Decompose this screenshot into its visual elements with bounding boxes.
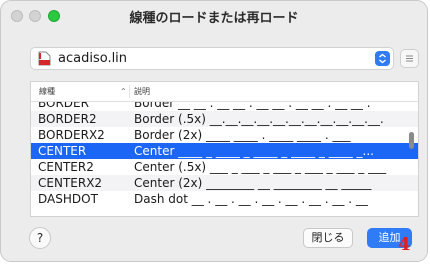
linetype-name: CENTER2 [38,160,94,174]
window-title: 線種のロードまたは再ロード [129,11,299,26]
linetype-name: CENTER [38,144,87,158]
table-row[interactable]: CENTER2 Center (.5x) ___ _ ___ _ ___ _ _… [31,159,418,175]
table-row[interactable]: DASHDOT Dash dot __ . __ . __ . __ . __ … [31,191,418,207]
column-divider[interactable] [129,85,130,98]
linetype-table: BORDER Border __ __ . __ __ . __ __ . __… [30,81,419,217]
linetype-description: Dash dot __ . __ . __ . __ . __ . __ . _… [134,192,368,206]
table-row[interactable]: CENTERX2 Center (2x) ________ __ _______… [31,175,418,191]
list-icon [401,52,418,71]
table-row[interactable]: BORDER2 Border (.5x) __.__.__.__.__.__._… [31,111,418,127]
table-row-selected[interactable]: CENTER Center ____ _ ____ _ ____ _ ____ … [31,143,418,159]
load-linetype-dialog: 線種のロードまたは再ロード acadiso.lin BORDER Border … [0,0,428,262]
title-bar: 線種のロードまたは再ロード [1,1,427,29]
step-annotation: 4 [398,234,411,255]
linetype-description: Center (2x) ________ __ ________ __ ____… [134,176,372,190]
vertical-scrollbar[interactable] [409,132,414,149]
help-button[interactable]: ? [29,227,51,249]
file-selector[interactable]: acadiso.lin [30,47,394,70]
column-header-name[interactable]: 線種 [39,86,55,97]
linetype-description: Center ____ _ ____ _ ____ _ ____ _ ____ … [134,144,374,158]
table-header: 線種 ⌃ 説明 [31,82,418,102]
linetype-name: CENTERX2 [38,176,103,190]
list-view-button[interactable] [400,49,419,68]
sort-chevron-up-icon[interactable]: ⌃ [120,87,127,96]
linetype-name: DASHDOT [38,192,98,206]
linetype-name: BORDERX2 [38,128,105,142]
table-row[interactable]: BORDERX2 Border (2x) ____ ____ . ____ __… [31,127,418,143]
column-header-description[interactable]: 説明 [134,86,150,97]
file-name: acadiso.lin [58,51,128,66]
close-button[interactable]: 閉じる [303,228,353,248]
linetype-description: Center (.5x) ___ _ ___ _ ___ _ ___ _ ___… [134,160,387,174]
linetype-name: BORDER2 [38,112,97,126]
file-icon [38,51,51,66]
chevron-up-down-icon[interactable] [375,51,390,66]
table-body: BORDER Border __ __ . __ __ . __ __ . __… [31,95,418,207]
linetype-description: Border (2x) ____ ____ . ____ ____ . ___ [134,128,351,142]
linetype-description: Border (.5x) __.__.__.__.__.__.__.__.__.… [134,112,384,126]
